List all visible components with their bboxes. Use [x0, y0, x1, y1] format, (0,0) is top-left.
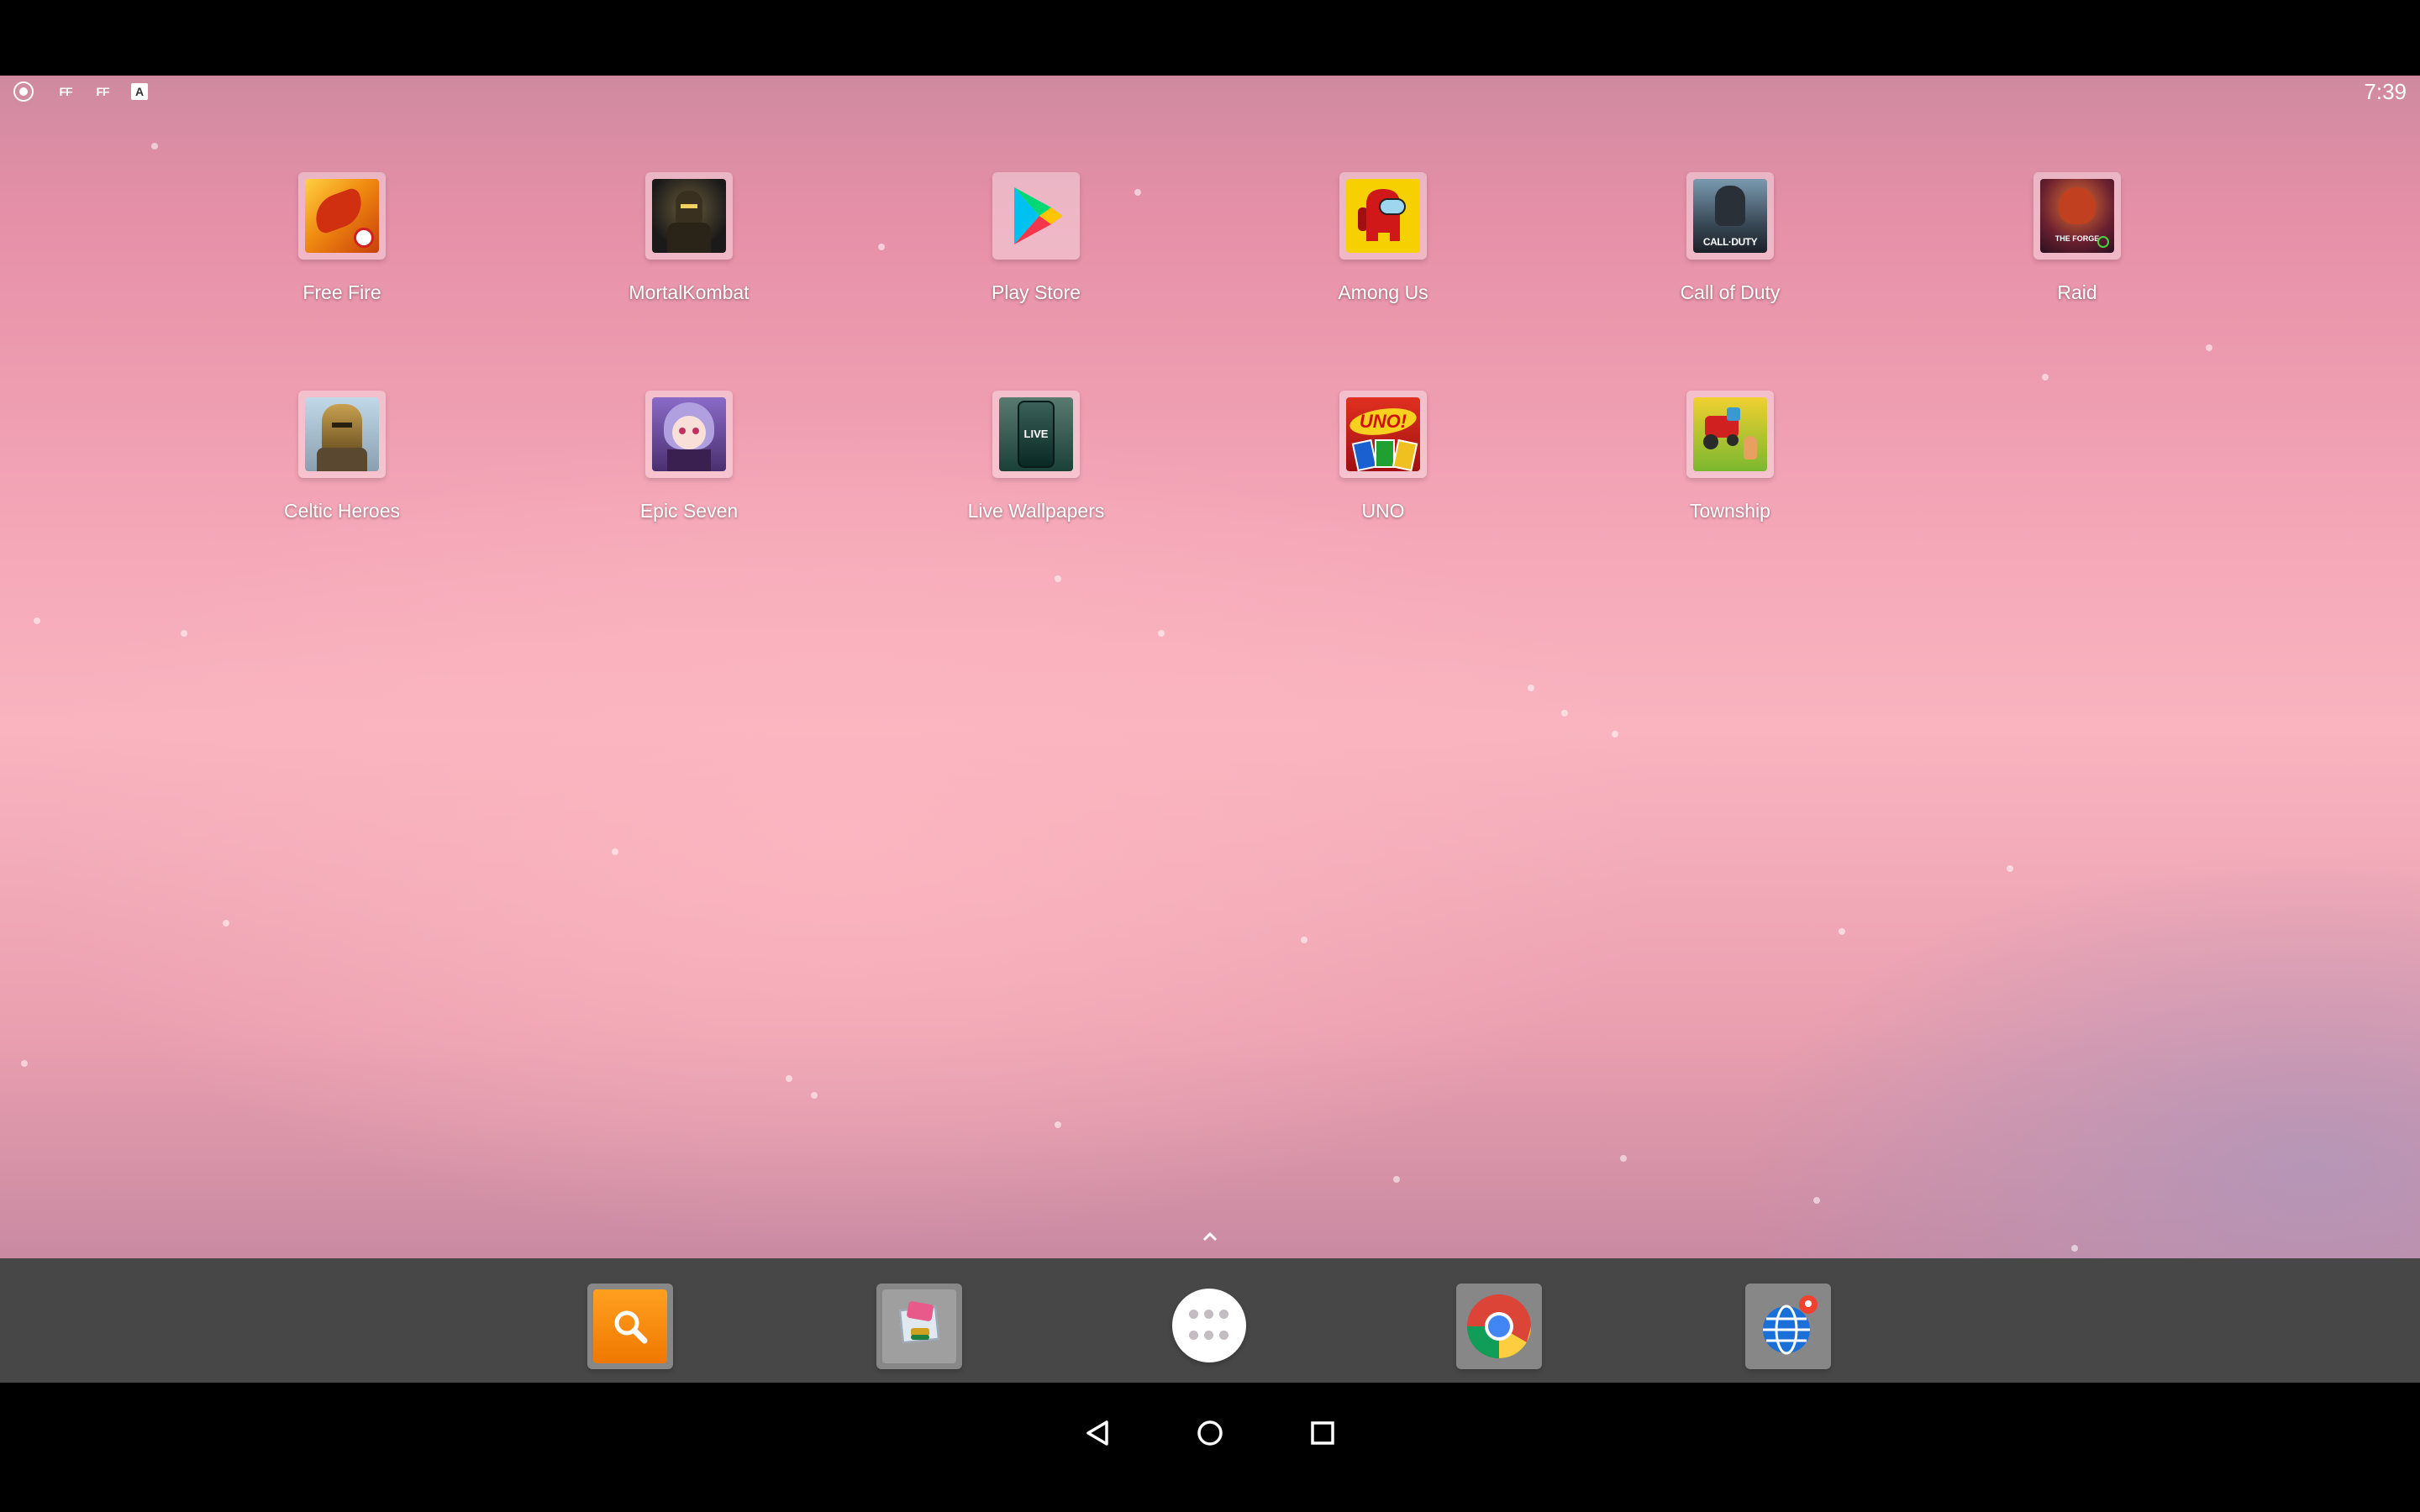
app-call-of-duty[interactable]: CALL·DUTY Call of Duty — [1596, 172, 1865, 332]
app-label: Celtic Heroes — [283, 500, 401, 522]
app-raid[interactable]: THE FORGE Raid — [1943, 172, 2212, 332]
celtic-heroes-icon — [305, 397, 379, 471]
app-live-wallpapers[interactable]: LIVE Live Wallpapers — [902, 391, 1171, 550]
search-app-icon[interactable] — [587, 1284, 673, 1369]
township-icon — [1693, 397, 1767, 471]
recents-icon[interactable] — [1297, 1408, 1348, 1458]
app-label: Among Us — [1338, 281, 1428, 303]
back-icon[interactable] — [1072, 1408, 1123, 1458]
app-label: Play Store — [991, 281, 1081, 303]
app-play-store[interactable]: Play Store — [902, 172, 1171, 332]
text-a-icon: A — [131, 83, 148, 100]
app-label: Raid — [2057, 281, 2097, 303]
live-wallpapers-icon: LIVE — [999, 397, 1073, 471]
app-township[interactable]: Township — [1596, 391, 1865, 550]
epic-seven-icon — [652, 397, 726, 471]
app-label: Free Fire — [302, 281, 381, 303]
among-us-icon — [1346, 179, 1420, 253]
app-mortal-kombat[interactable]: MortalKombat — [555, 172, 823, 332]
app-label: Call of Duty — [1680, 281, 1781, 303]
app-label: Epic Seven — [639, 500, 739, 522]
free-fire-icon — [305, 179, 379, 253]
gallery-app-icon[interactable] — [876, 1284, 962, 1369]
all-apps-icon[interactable] — [1172, 1289, 1246, 1362]
status-bar: FF FF A 7:39 — [0, 76, 2420, 108]
navigation-bar — [0, 1383, 2420, 1512]
app-label: Live Wallpapers — [967, 500, 1105, 522]
uno-icon: UNO! — [1346, 397, 1420, 471]
chrome-icon[interactable] — [1456, 1284, 1542, 1369]
app-among-us[interactable]: Among Us — [1249, 172, 1518, 332]
app-free-fire[interactable]: Free Fire — [208, 172, 476, 332]
gamepad-icon — [13, 81, 34, 102]
app-label: Township — [1690, 500, 1770, 522]
app-uno[interactable]: UNO! UNO — [1249, 391, 1518, 550]
app-label: UNO — [1361, 500, 1405, 522]
app-epic-seven[interactable]: Epic Seven — [555, 391, 823, 550]
app-celtic-heroes[interactable]: Celtic Heroes — [208, 391, 476, 550]
browser-globe-icon[interactable] — [1745, 1284, 1831, 1369]
top-letterbox — [0, 0, 2420, 76]
call-of-duty-icon: CALL·DUTY — [1693, 179, 1767, 253]
app-drawer-chevron-icon[interactable] — [1200, 1226, 1220, 1247]
dock — [0, 1258, 2420, 1383]
ff-icon: FF — [59, 85, 72, 98]
mortal-kombat-icon — [652, 179, 726, 253]
home-icon[interactable] — [1185, 1408, 1235, 1458]
app-label: MortalKombat — [629, 281, 750, 303]
ff-icon: FF — [96, 85, 109, 98]
play-store-icon — [999, 179, 1073, 253]
raid-icon: THE FORGE — [2040, 179, 2114, 253]
clock: 7:39 — [2364, 79, 2407, 104]
